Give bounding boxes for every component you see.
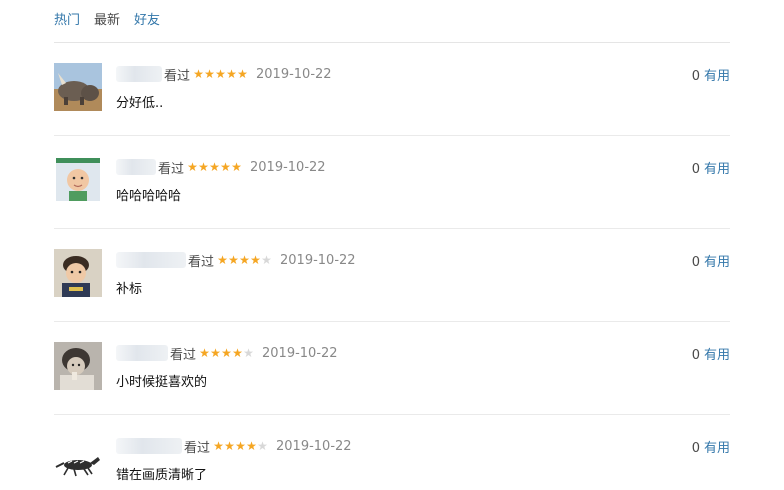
star-icon: ★ xyxy=(198,160,209,174)
star-icon: ★ xyxy=(243,346,254,360)
baby-icon xyxy=(54,156,102,204)
comment-meta: 看过 ★ ★ ★ ★ ★ 2019-10-22 xyxy=(116,437,352,456)
comment-item: 看过 ★ ★ ★ ★ ★ 2019-10-22 0 有用 补标 xyxy=(54,229,730,322)
tab-hot[interactable]: 热门 xyxy=(54,9,80,28)
comment-meta: 看过 ★ ★ ★ ★ ★ 2019-10-22 xyxy=(116,344,338,363)
comment-text: 哈哈哈哈哈 xyxy=(116,189,182,204)
tab-latest[interactable]: 最新 xyxy=(94,9,120,28)
comment-text: 小时候挺喜欢的 xyxy=(116,375,208,390)
star-icon: ★ xyxy=(250,253,261,267)
rating-stars: ★ ★ ★ ★ ★ xyxy=(217,254,272,266)
username[interactable] xyxy=(116,438,182,454)
star-icon: ★ xyxy=(187,160,198,174)
rating-stars: ★ ★ ★ ★ ★ xyxy=(193,68,248,80)
star-icon: ★ xyxy=(228,253,239,267)
rating-stars: ★ ★ ★ ★ ★ xyxy=(213,440,268,452)
useful-button[interactable]: 有用 xyxy=(704,441,730,456)
status-label: 看过 xyxy=(188,254,215,270)
status-label: 看过 xyxy=(170,347,197,363)
rhino-icon xyxy=(54,63,102,111)
comment-meta: 看过 ★ ★ ★ ★ ★ 2019-10-22 xyxy=(116,158,326,177)
avatar[interactable] xyxy=(54,63,102,111)
username[interactable] xyxy=(116,252,186,268)
comment-text: 错在画质清晰了 xyxy=(116,468,208,483)
star-icon: ★ xyxy=(215,67,226,81)
comment-date: 2019-10-22 xyxy=(262,345,338,361)
comment-tabs: 热门 最新 好友 xyxy=(54,9,160,28)
star-icon: ★ xyxy=(199,346,210,360)
vote-count: 0 xyxy=(691,441,700,456)
star-icon: ★ xyxy=(224,439,235,453)
star-icon: ★ xyxy=(237,67,248,81)
star-icon: ★ xyxy=(213,439,224,453)
portrait-icon xyxy=(54,342,102,390)
vote-count: 0 xyxy=(691,348,700,363)
star-icon: ★ xyxy=(261,253,272,267)
star-icon: ★ xyxy=(231,160,242,174)
comment-date: 2019-10-22 xyxy=(280,252,356,268)
vote-area: 0 有用 xyxy=(692,344,730,363)
star-icon: ★ xyxy=(257,439,268,453)
avatar[interactable] xyxy=(54,249,102,297)
vote-area: 0 有用 xyxy=(692,65,730,84)
star-icon: ★ xyxy=(220,160,231,174)
star-icon: ★ xyxy=(217,253,228,267)
useful-button[interactable]: 有用 xyxy=(704,348,730,363)
useful-button[interactable]: 有用 xyxy=(704,162,730,177)
comment-meta: 看过 ★ ★ ★ ★ ★ 2019-10-22 xyxy=(116,65,332,84)
rating-stars: ★ ★ ★ ★ ★ xyxy=(187,161,242,173)
star-icon: ★ xyxy=(210,346,221,360)
comment-date: 2019-10-22 xyxy=(250,159,326,175)
star-icon: ★ xyxy=(235,439,246,453)
comment-item: 看过 ★ ★ ★ ★ ★ 2019-10-22 0 有用 错在画质清晰了 xyxy=(54,415,730,490)
username[interactable] xyxy=(116,66,162,82)
star-icon: ★ xyxy=(209,160,220,174)
username[interactable] xyxy=(116,159,156,175)
star-icon: ★ xyxy=(226,67,237,81)
star-icon: ★ xyxy=(232,346,243,360)
star-icon: ★ xyxy=(221,346,232,360)
vote-area: 0 有用 xyxy=(692,437,730,456)
comment-meta: 看过 ★ ★ ★ ★ ★ 2019-10-22 xyxy=(116,251,356,270)
username[interactable] xyxy=(116,345,168,361)
comment-text: 分好低.. xyxy=(116,96,164,111)
star-icon: ★ xyxy=(204,67,215,81)
vote-area: 0 有用 xyxy=(692,251,730,270)
avatar[interactable] xyxy=(54,435,102,483)
status-label: 看过 xyxy=(184,440,211,456)
comment-item: 看过 ★ ★ ★ ★ ★ 2019-10-22 0 有用 哈哈哈哈哈 xyxy=(54,136,730,229)
useful-button[interactable]: 有用 xyxy=(704,255,730,270)
star-icon: ★ xyxy=(246,439,257,453)
rating-stars: ★ ★ ★ ★ ★ xyxy=(199,347,254,359)
tab-friends[interactable]: 好友 xyxy=(134,9,160,28)
avatar[interactable] xyxy=(54,156,102,204)
vote-count: 0 xyxy=(691,69,700,84)
vote-area: 0 有用 xyxy=(692,158,730,177)
star-icon: ★ xyxy=(193,67,204,81)
comment-item: 看过 ★ ★ ★ ★ ★ 2019-10-22 0 有用 分好低.. xyxy=(54,43,730,136)
horse-icon xyxy=(54,435,102,483)
vote-count: 0 xyxy=(691,162,700,177)
star-icon: ★ xyxy=(239,253,250,267)
status-label: 看过 xyxy=(158,161,185,177)
status-label: 看过 xyxy=(164,68,191,84)
comment-text: 补标 xyxy=(116,282,143,297)
avatar[interactable] xyxy=(54,342,102,390)
vote-count: 0 xyxy=(691,255,700,270)
comment-item: 看过 ★ ★ ★ ★ ★ 2019-10-22 0 有用 小时候挺喜欢的 xyxy=(54,322,730,415)
useful-button[interactable]: 有用 xyxy=(704,69,730,84)
comment-date: 2019-10-22 xyxy=(276,438,352,454)
comment-date: 2019-10-22 xyxy=(256,66,332,82)
child-icon xyxy=(54,249,102,297)
